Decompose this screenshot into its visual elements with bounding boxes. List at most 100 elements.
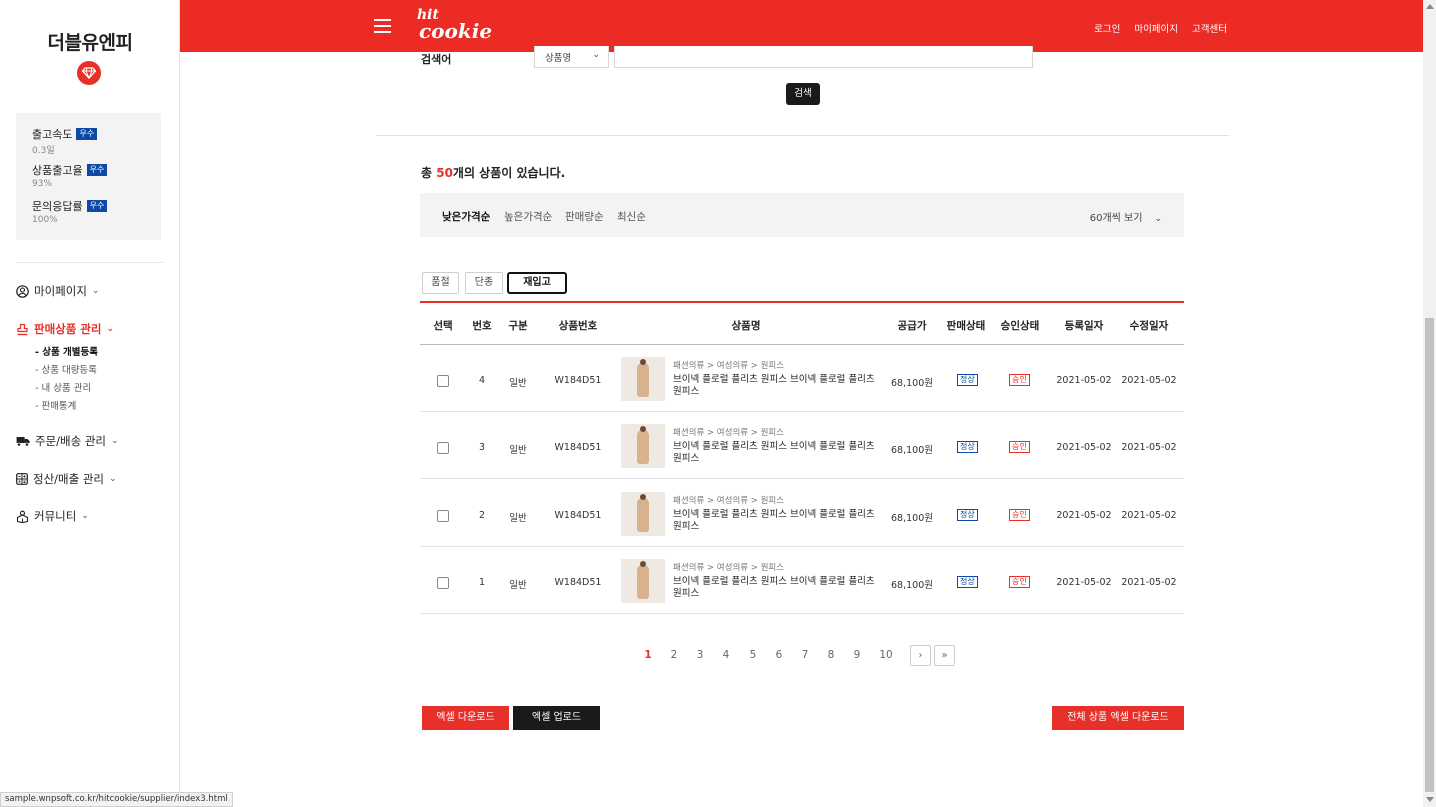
product-thumbnail[interactable] — [621, 492, 665, 536]
mypage-link[interactable]: 마이페이지 — [1134, 21, 1178, 35]
stat-value: 100% — [32, 215, 58, 225]
page-5[interactable]: 5 — [743, 649, 763, 661]
per-page-select[interactable]: 60개씩 보기 ⌄ — [1090, 209, 1162, 224]
search-input[interactable] — [614, 46, 1033, 68]
th-type: 구분 — [508, 320, 528, 332]
search-button[interactable]: 검색 — [786, 83, 820, 105]
page-9[interactable]: 9 — [847, 649, 867, 661]
nav-settlement[interactable]: 정산/매출 관리 ⌄ — [16, 471, 117, 487]
sidebar: 더블유엔피 출고속도 우수 0.3일 상품출고율 우수 93% 문의응답률 우수 10… — [0, 0, 180, 807]
row-type: 일반 — [509, 580, 527, 591]
sort-sales[interactable]: 판매량순 — [565, 209, 604, 224]
row-product-name[interactable]: 브이넥 플로럴 플리츠 원피스 브이넥 플로럴 플리츠 원피스 — [673, 374, 878, 398]
subnav-sales-stats[interactable]: - 판매통계 — [35, 398, 76, 412]
row-product-name[interactable]: 브이넥 플로럴 플리츠 원피스 브이넥 플로럴 플리츠 원피스 — [673, 509, 878, 533]
customer-center-link[interactable]: 고객센터 — [1192, 21, 1227, 35]
stat-label: 문의응답률 — [32, 200, 83, 213]
hamburger-menu-icon[interactable] — [374, 19, 391, 33]
th-sale-status: 판매상태 — [946, 320, 986, 332]
summary-suffix: 개의 상품이 있습니다. — [452, 166, 566, 180]
nav-order-delivery[interactable]: 주문/배송 관리 ⌄ — [16, 433, 119, 449]
row-mod-date: 2021-05-02 — [1121, 577, 1177, 588]
nav-mypage[interactable]: 마이페이지 ⌄ — [16, 283, 99, 299]
row-checkbox[interactable] — [437, 577, 449, 589]
hitcookie-logo[interactable]: hit cookie — [415, 8, 492, 41]
page-2[interactable]: 2 — [664, 649, 684, 661]
nav-community[interactable]: 커뮤니티 ⌄ — [16, 508, 89, 524]
row-category: 패션의류 > 여성의류 > 원피스 — [673, 361, 785, 371]
stat-ship-speed: 출고속도 우수 0.3일 — [32, 126, 161, 162]
sale-status-badge: 정상 — [957, 374, 978, 386]
product-count: 50 — [436, 166, 453, 180]
nav-product-manage[interactable]: 판매상품 관리 ⌄ — [16, 321, 114, 337]
page-1[interactable]: 1 — [638, 649, 658, 661]
user-circle-icon — [16, 284, 29, 298]
tab-soldout[interactable]: 품절 — [422, 272, 459, 294]
excel-download-button[interactable]: 엑셀 다운로드 — [422, 706, 509, 730]
page-4[interactable]: 4 — [716, 649, 736, 661]
scrollbar-thumb[interactable] — [1425, 318, 1434, 792]
chevron-down-icon: ⌄ — [109, 474, 117, 484]
scroll-down-icon[interactable] — [1426, 797, 1434, 802]
row-price: 68,100원 — [891, 378, 933, 389]
stat-value: 0.3일 — [32, 146, 55, 156]
search-label: 검색어 — [421, 53, 452, 66]
subnav-single-register[interactable]: - 상품 개별등록 — [35, 344, 98, 358]
stat-ship-rate: 상품출고율 우수 93% — [32, 162, 161, 198]
th-mod-date: 수정일자 — [1129, 320, 1169, 332]
th-product-code: 상품번호 — [558, 320, 598, 332]
product-thumbnail[interactable] — [621, 357, 665, 401]
sort-newest[interactable]: 최신순 — [617, 209, 646, 224]
product-thumbnail[interactable] — [621, 424, 665, 468]
subnav-bulk-register[interactable]: - 상품 대량등록 — [35, 362, 97, 376]
all-excel-download-button[interactable]: 전체 상품 엑셀 다운로드 — [1052, 706, 1184, 730]
row-price: 68,100원 — [891, 513, 933, 524]
sort-bar: 낮은가격순 높은가격순 판매량순 최신순 60개씩 보기 ⌄ — [420, 193, 1184, 237]
stat-label: 출고속도 — [32, 128, 73, 141]
row-product-name[interactable]: 브이넥 플로럴 플리츠 원피스 브이넥 플로럴 플리츠 원피스 — [673, 441, 878, 465]
chevron-down-icon: ⌄ — [1154, 214, 1162, 224]
search-field-select[interactable]: 상품명 ⌄ — [534, 46, 609, 68]
tab-discontinued[interactable]: 단종 — [465, 272, 503, 294]
top-navbar: hit cookie 로그인 마이페이지 고객센터 — [180, 0, 1423, 52]
page-scrollbar[interactable] — [1423, 0, 1436, 807]
row-product-name[interactable]: 브이넥 플로럴 플리츠 원피스 브이넥 플로럴 플리츠 원피스 — [673, 576, 878, 600]
page-7[interactable]: 7 — [795, 649, 815, 661]
row-checkbox[interactable] — [437, 510, 449, 522]
last-page-icon[interactable]: » — [934, 645, 955, 666]
sort-low-price[interactable]: 낮은가격순 — [442, 209, 490, 224]
sale-status-badge: 정상 — [957, 441, 978, 453]
product-thumbnail[interactable] — [621, 559, 665, 603]
row-number: 2 — [478, 510, 486, 521]
th-supply-price: 공급가 — [897, 320, 927, 332]
tab-restock[interactable]: 재입고 — [507, 272, 567, 294]
table-row: 4 일반 W184D51 패션의류 > 여성의류 > 원피스 브이넥 플로럴 플리츠 원… — [420, 345, 1184, 412]
page-3[interactable]: 3 — [690, 649, 710, 661]
approve-status-badge: 승인 — [1009, 576, 1030, 588]
top-links: 로그인 마이페이지 고객센터 — [1094, 21, 1227, 35]
login-link[interactable]: 로그인 — [1094, 21, 1120, 35]
row-checkbox[interactable] — [437, 375, 449, 387]
page-10[interactable]: 10 — [875, 649, 897, 661]
sort-high-price[interactable]: 높은가격순 — [504, 209, 552, 224]
row-category: 패션의류 > 여성의류 > 원피스 — [673, 563, 785, 573]
approve-status-badge: 승인 — [1009, 441, 1030, 453]
chevron-down-icon: ⌄ — [592, 50, 600, 60]
next-page-icon[interactable]: › — [910, 645, 931, 666]
scroll-up-icon[interactable] — [1426, 4, 1434, 9]
row-checkbox[interactable] — [437, 442, 449, 454]
status-bar-url: sample.wnpsoft.co.kr/hitcookie/supplier/… — [0, 792, 233, 807]
row-reg-date: 2021-05-02 — [1056, 375, 1112, 386]
nav-label: 마이페이지 — [34, 284, 87, 298]
row-product-code: W184D51 — [554, 375, 602, 386]
table-top-border — [420, 301, 1184, 303]
stat-value: 93% — [32, 179, 53, 189]
row-mod-date: 2021-05-02 — [1121, 442, 1177, 453]
subnav-my-products[interactable]: - 내 상품 관리 — [35, 380, 91, 394]
calculator-icon — [16, 473, 28, 485]
page-8[interactable]: 8 — [821, 649, 841, 661]
chevron-down-icon: ⌄ — [91, 286, 100, 296]
excel-upload-button[interactable]: 엑셀 업로드 — [513, 706, 600, 730]
page-6[interactable]: 6 — [769, 649, 789, 661]
approve-status-badge: 승인 — [1009, 509, 1030, 521]
